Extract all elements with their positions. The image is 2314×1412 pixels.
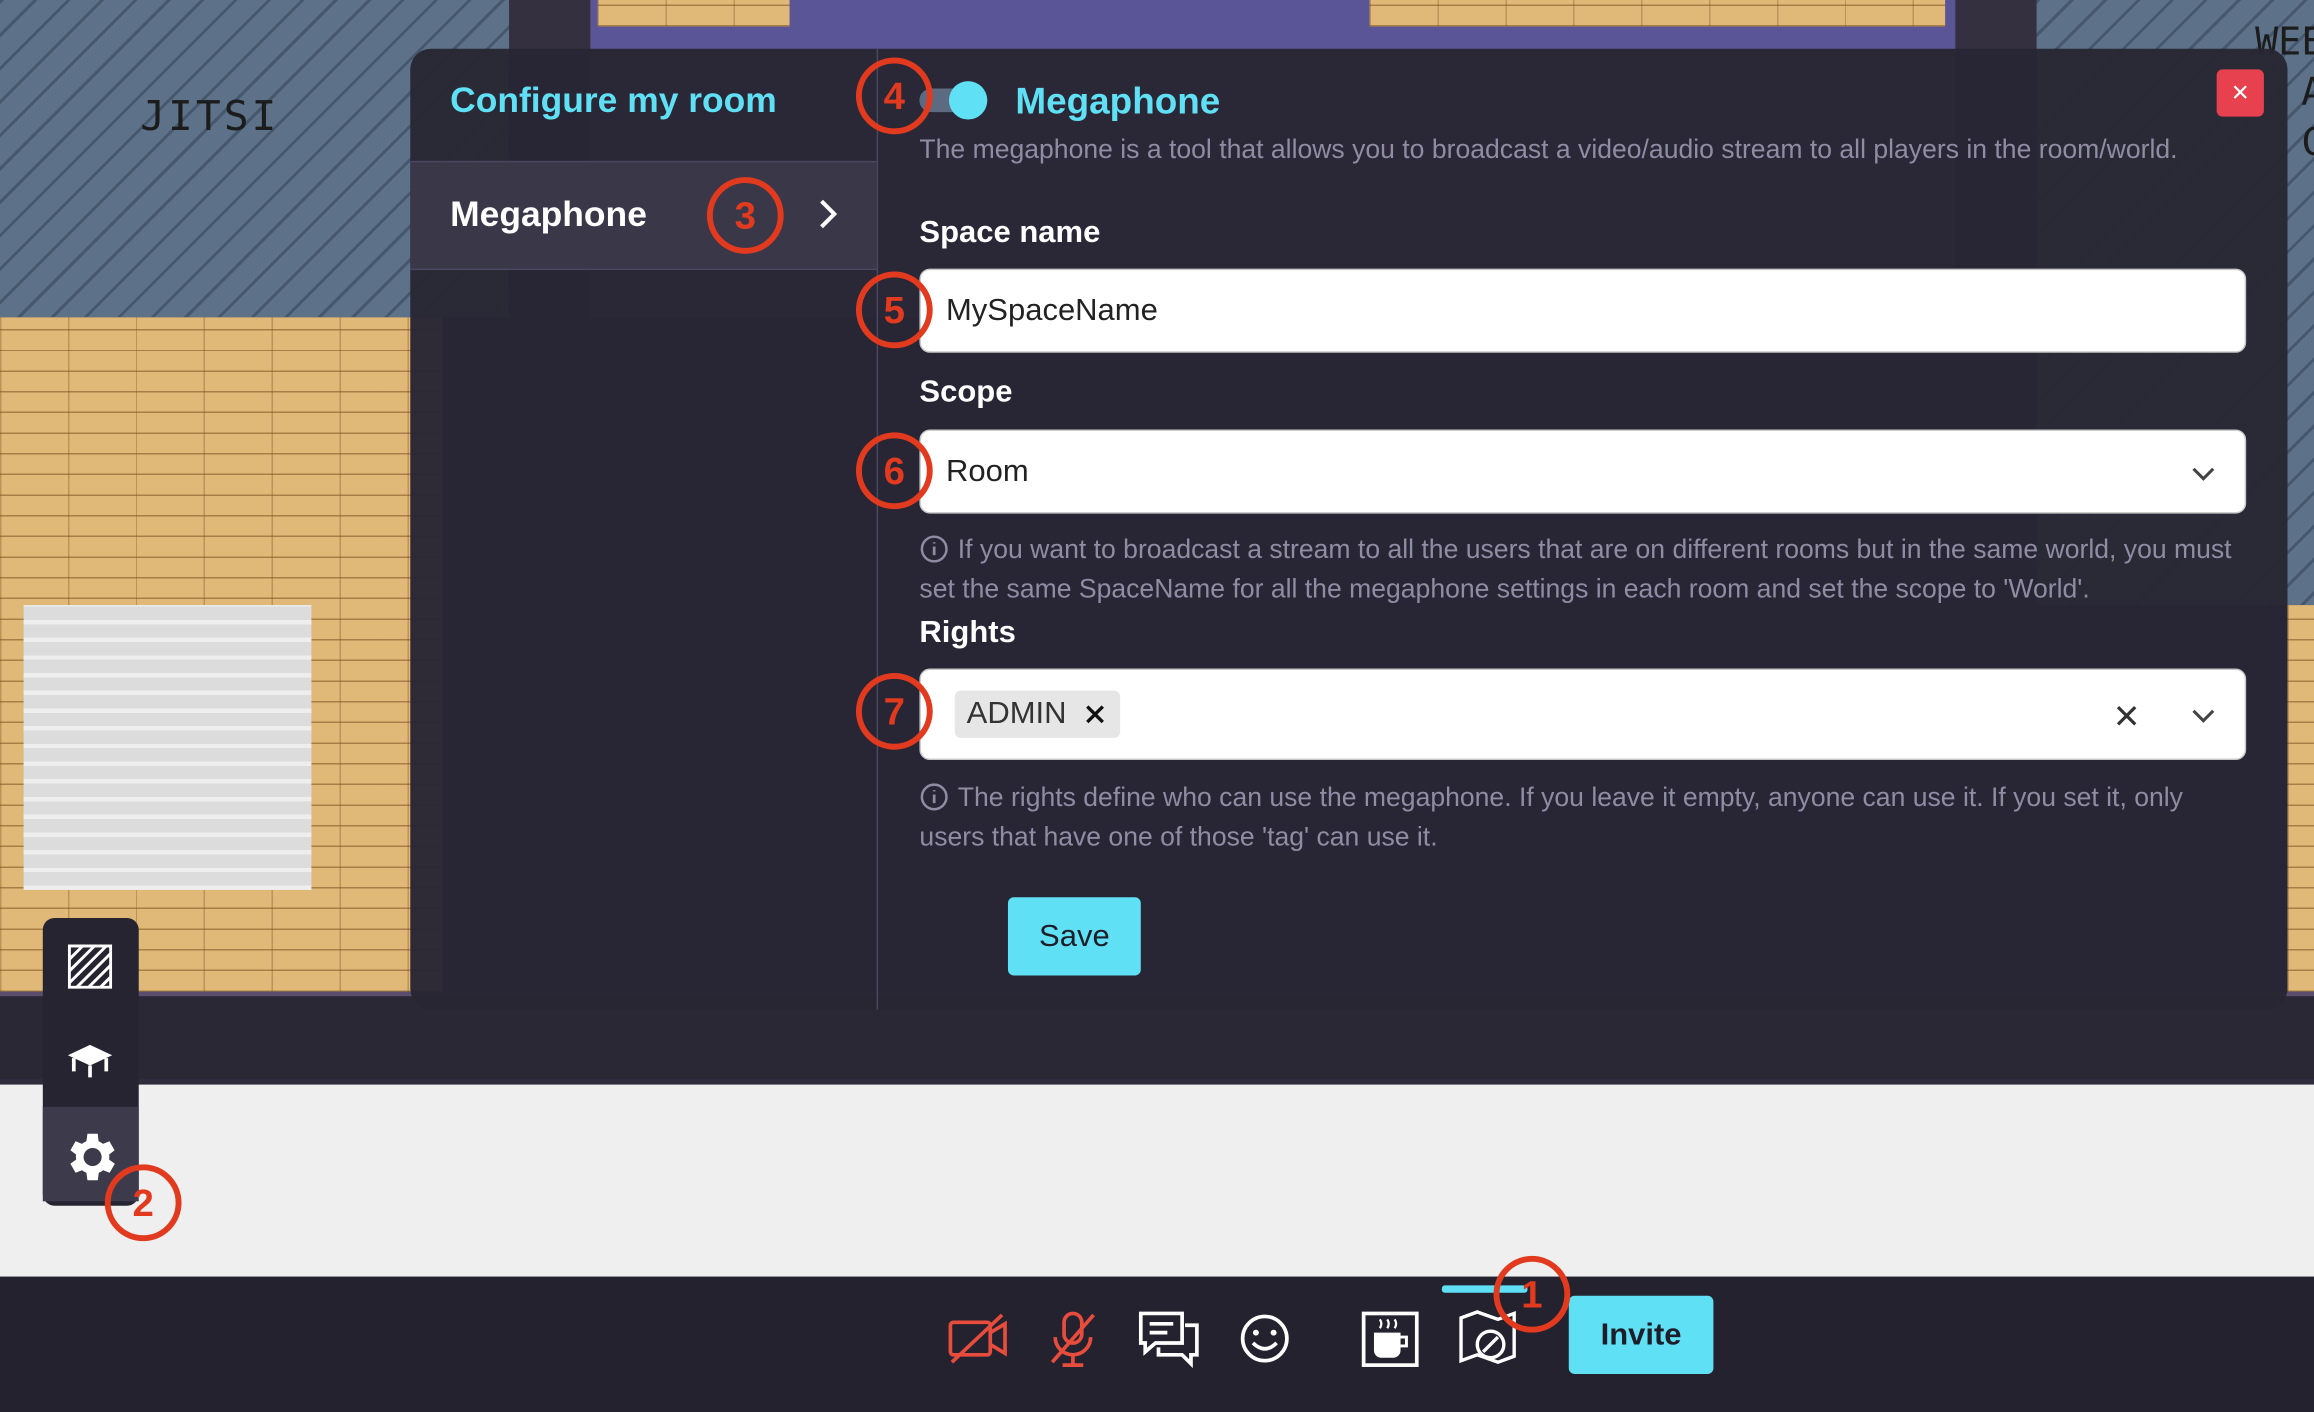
- chat-icon[interactable]: [1136, 1306, 1201, 1371]
- space-name-value: MySpaceName: [945, 293, 1158, 328]
- camera-off-icon[interactable]: [946, 1306, 1011, 1371]
- jitsi-label: JITSI: [140, 91, 280, 141]
- wood-floor: [2287, 605, 2314, 992]
- save-button[interactable]: Save: [1007, 897, 1141, 976]
- area-editor-button[interactable]: [43, 1012, 139, 1106]
- microphone-off-icon[interactable]: [1040, 1306, 1105, 1371]
- megaphone-description: The megaphone is a tool that allows you …: [919, 134, 2178, 164]
- close-button[interactable]: ×: [2216, 69, 2264, 117]
- space-name-input[interactable]: MySpaceName: [919, 268, 2247, 353]
- scope-hint: If you want to broadcast a stream to all…: [919, 534, 2232, 604]
- chevron-down-icon: [2192, 467, 2215, 481]
- hatched-area-icon: [67, 944, 113, 989]
- chevron-down-icon[interactable]: [2189, 701, 2219, 731]
- annotation-marker: 1: [1493, 1255, 1571, 1333]
- action-bar: Invite: [0, 1276, 2314, 1412]
- rights-multiselect[interactable]: ADMIN: [919, 668, 2247, 761]
- emoji-icon[interactable]: [1232, 1306, 1297, 1371]
- scope-select[interactable]: Room: [919, 429, 2247, 514]
- annotation-marker: 5: [855, 271, 933, 349]
- space-name-label: Space name: [919, 215, 1101, 250]
- map-lower-area: [0, 1084, 2314, 1277]
- sidebar-item-label: Megaphone: [450, 194, 647, 235]
- wood-floor: [597, 0, 790, 27]
- rights-hint: The rights define who can use the megaph…: [919, 782, 2183, 852]
- remove-tag-icon[interactable]: [1081, 701, 1108, 728]
- configure-room-modal: Configure my room Megaphone Megaphone Th…: [410, 48, 2288, 1010]
- modal-title: Configure my room: [450, 81, 777, 122]
- info-icon: [920, 783, 948, 811]
- whiteboard: [23, 605, 312, 890]
- megaphone-title: Megaphone: [1015, 81, 1221, 123]
- sidebar-item-megaphone[interactable]: Megaphone: [410, 160, 877, 271]
- scope-label: Scope: [919, 374, 1013, 409]
- annotation-marker: 4: [855, 57, 933, 135]
- explore-map-button[interactable]: [43, 918, 139, 1012]
- info-icon: [920, 535, 948, 563]
- coffee-break-icon[interactable]: [1359, 1306, 1424, 1371]
- chevron-right-icon: [820, 199, 838, 229]
- annotation-marker: 7: [855, 672, 933, 750]
- modal-sidebar: Configure my room Megaphone: [410, 48, 879, 1010]
- rights-tag-admin: ADMIN: [954, 690, 1120, 738]
- clear-icon[interactable]: [2112, 701, 2142, 731]
- annotation-marker: 6: [855, 432, 933, 510]
- scope-value: Room: [945, 454, 1029, 489]
- rights-tag-label: ADMIN: [966, 696, 1067, 731]
- entity-icon: [67, 1044, 113, 1078]
- admin-toolbar: [42, 917, 139, 1206]
- annotation-marker: 3: [706, 177, 784, 254]
- invite-button[interactable]: Invite: [1568, 1295, 1714, 1374]
- wood-floor: [1369, 0, 1946, 27]
- rights-label: Rights: [919, 615, 1016, 650]
- annotation-marker: 2: [104, 1164, 182, 1242]
